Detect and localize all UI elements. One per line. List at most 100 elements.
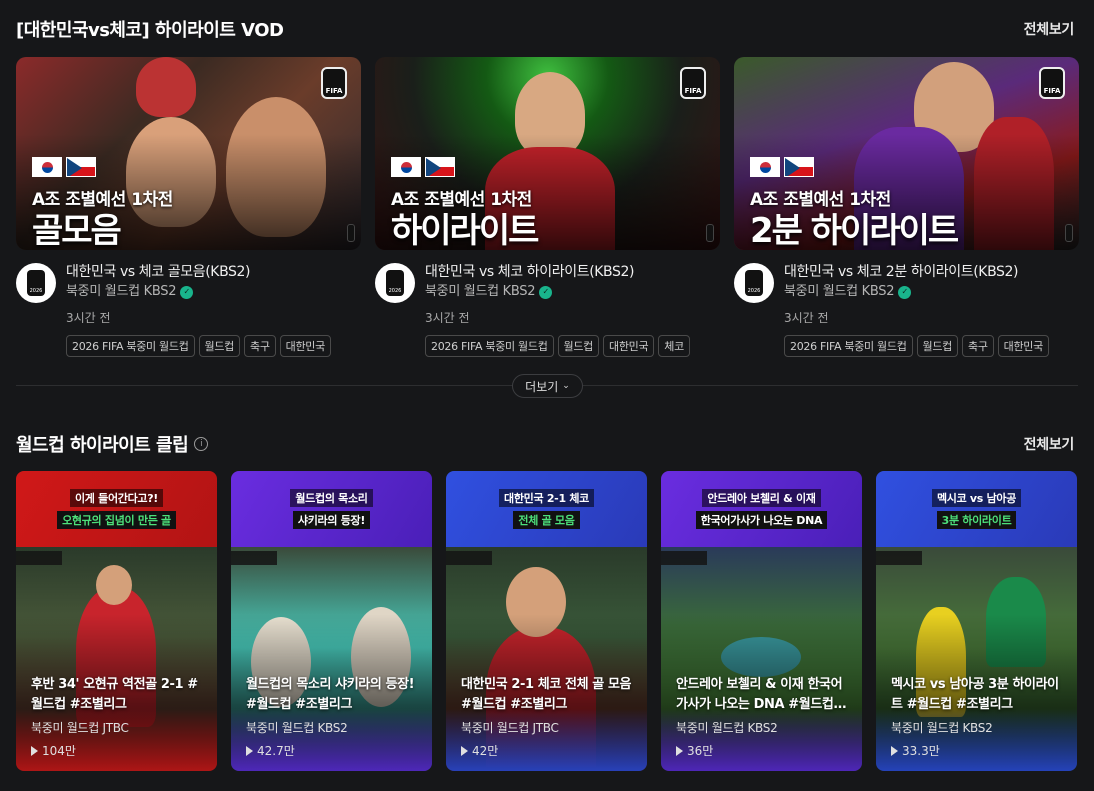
vod-tags: 2026 FIFA 북중미 월드컵 월드컵 축구 대한민국 xyxy=(784,335,1049,357)
channel-avatar[interactable]: 2026 xyxy=(375,263,415,303)
clip-list: 이게 들어간다고?! 오현규의 집념이 만든 골 후반 34' 오현규 역전골 … xyxy=(16,471,1077,771)
fifa-logo-icon: FIFA xyxy=(1039,67,1065,99)
play-icon xyxy=(246,745,253,756)
channel-name[interactable]: 북중미 월드컵 KBS2 xyxy=(66,283,176,301)
clip-title[interactable]: 월드컵의 목소리 샤키라의 등장! #월드컵 #조별리그 xyxy=(246,675,418,715)
korea-flag-icon xyxy=(32,157,62,177)
vod-thumbnail[interactable]: FIFA A조 조별예선 1차전 하이라이트 xyxy=(375,57,720,250)
clip-channel[interactable]: 북중미 월드컵 JTBC xyxy=(461,719,633,736)
clip-card[interactable]: 월드컵의 목소리 샤키라의 등장! 월드컵의 목소리 샤키라의 등장! #월드컵… xyxy=(231,471,432,771)
match-flags xyxy=(750,157,814,177)
scoreboard-overlay xyxy=(876,551,922,565)
progress-indicator-icon xyxy=(347,224,355,242)
clip-title[interactable]: 멕시코 vs 남아공 3분 하이라이트 #월드컵 #조별리그 xyxy=(891,675,1063,715)
tag-chip[interactable]: 월드컵 xyxy=(916,335,958,357)
vod-title[interactable]: 대한민국 vs 체코 골모음(KBS2) xyxy=(66,263,331,281)
channel-avatar[interactable]: 2026 xyxy=(16,263,56,303)
play-icon xyxy=(891,745,898,756)
tag-chip[interactable]: 월드컵 xyxy=(198,335,240,357)
vod-tags: 2026 FIFA 북중미 월드컵 월드컵 축구 대한민국 xyxy=(66,335,331,357)
tag-chip[interactable]: 대한민국 xyxy=(279,335,331,357)
thumbnail-headline: 2분 하이라이트 xyxy=(750,211,959,250)
fifa-logo-icon: FIFA xyxy=(680,67,706,99)
vod-card[interactable]: FIFA A조 조별예선 1차전 2분 하이라이트 2026 대한민국 vs 체… xyxy=(734,57,1079,357)
tag-chip[interactable]: 축구 xyxy=(244,335,276,357)
tag-chip[interactable]: 월드컵 xyxy=(557,335,599,357)
clip-views-value: 42.7만 xyxy=(257,744,295,758)
czech-flag-icon xyxy=(425,157,455,177)
clip-channel[interactable]: 북중미 월드컵 KBS2 xyxy=(676,719,848,736)
clip-channel[interactable]: 북중미 월드컵 JTBC xyxy=(31,719,203,736)
vod-list: FIFA A조 조별예선 1차전 골모음 2026 대한민국 vs 체코 골모음… xyxy=(16,57,1079,357)
vod-upload-time: 3시간 전 xyxy=(784,311,829,325)
clip-channel[interactable]: 북중미 월드컵 KBS2 xyxy=(891,719,1063,736)
channel-name[interactable]: 북중미 월드컵 KBS2 xyxy=(784,283,894,301)
fifa-logo-icon: FIFA xyxy=(321,67,347,99)
clip-views-value: 104만 xyxy=(42,744,76,758)
channel-name[interactable]: 북중미 월드컵 KBS2 xyxy=(425,283,535,301)
verified-badge-icon: ✓ xyxy=(180,285,194,299)
korea-flag-icon xyxy=(391,157,421,177)
clip-title[interactable]: 후반 34' 오현규 역전골 2-1 #월드컵 #조별리그 xyxy=(31,675,203,715)
clip-card[interactable]: 대한민국 2-1 체코 전체 골 모음 대한민국 2-1 체코 전체 골 모음 … xyxy=(446,471,647,771)
tag-chip[interactable]: 2026 FIFA 북중미 월드컵 xyxy=(784,335,913,357)
vod-title[interactable]: 대한민국 vs 체코 하이라이트(KBS2) xyxy=(425,263,690,281)
more-button[interactable]: 더보기 ⌄ xyxy=(512,374,583,398)
thumbnail-headline: 하이라이트 xyxy=(391,211,539,250)
vod-see-all-link[interactable]: 전체보기 xyxy=(1024,19,1075,39)
channel-avatar[interactable]: 2026 xyxy=(734,263,774,303)
thumbnail-headline: 골모음 xyxy=(32,211,122,250)
scoreboard-overlay xyxy=(16,551,62,565)
clip-section-header: 월드컵 하이라이트 클립 i 전체보기 xyxy=(16,431,1074,457)
vod-title[interactable]: 대한민국 vs 체코 2분 하이라이트(KBS2) xyxy=(784,263,1049,281)
verified-badge-icon: ✓ xyxy=(539,285,553,299)
clip-card[interactable]: 안드레아 보첼리 & 이재 한국어가사가 나오는 DNA 안드레아 보첼리 & … xyxy=(661,471,862,771)
clip-views-value: 33.3만 xyxy=(902,744,940,758)
vod-section-header: [대한민국vs체코] 하이라이트 VOD 전체보기 xyxy=(16,16,1074,42)
progress-indicator-icon xyxy=(1065,224,1073,242)
vod-channel[interactable]: 북중미 월드컵 KBS2 ✓ xyxy=(425,283,690,301)
play-icon xyxy=(31,745,38,756)
vod-thumbnail[interactable]: FIFA A조 조별예선 1차전 2분 하이라이트 xyxy=(734,57,1079,250)
vod-card[interactable]: FIFA A조 조별예선 1차전 골모음 2026 대한민국 vs 체코 골모음… xyxy=(16,57,361,357)
clip-headline-2: 전체 골 모음 xyxy=(513,511,580,529)
clip-view-count: 42.7만 xyxy=(246,742,418,759)
clip-view-count: 104만 xyxy=(31,742,203,759)
tag-chip[interactable]: 2026 FIFA 북중미 월드컵 xyxy=(66,335,195,357)
scoreboard-overlay xyxy=(446,551,492,565)
info-icon[interactable]: i xyxy=(194,437,209,451)
clip-card[interactable]: 이게 들어간다고?! 오현규의 집념이 만든 골 후반 34' 오현규 역전골 … xyxy=(16,471,217,771)
clip-views-value: 42만 xyxy=(472,744,499,758)
clip-title[interactable]: 대한민국 2-1 체코 전체 골 모음 #월드컵 #조별리그 xyxy=(461,675,633,715)
clip-view-count: 42만 xyxy=(461,742,633,759)
clip-see-all-link[interactable]: 전체보기 xyxy=(1024,434,1075,454)
clip-card[interactable]: 멕시코 vs 남아공 3분 하이라이트 멕시코 vs 남아공 3분 하이라이트 … xyxy=(876,471,1077,771)
tag-chip[interactable]: 대한민국 xyxy=(603,335,655,357)
tag-chip[interactable]: 축구 xyxy=(962,335,994,357)
czech-flag-icon xyxy=(784,157,814,177)
vod-upload-time: 3시간 전 xyxy=(425,311,470,325)
clip-views-value: 36만 xyxy=(687,744,714,758)
vod-thumbnail[interactable]: FIFA A조 조별예선 1차전 골모음 xyxy=(16,57,361,250)
clip-headline-2: 샤키라의 등장! xyxy=(292,511,371,529)
clip-title[interactable]: 안드레아 보첼리 & 이재 한국어가사가 나오는 DNA #월드컵 #조별리그 xyxy=(676,675,848,715)
vod-channel[interactable]: 북중미 월드컵 KBS2 ✓ xyxy=(66,283,331,301)
tag-chip[interactable]: 대한민국 xyxy=(997,335,1049,357)
clip-headline-1: 월드컵의 목소리 xyxy=(290,489,373,507)
progress-indicator-icon xyxy=(706,224,714,242)
vod-card[interactable]: FIFA A조 조별예선 1차전 하이라이트 2026 대한민국 vs 체코 하… xyxy=(375,57,720,357)
tag-chip[interactable]: 체코 xyxy=(658,335,690,357)
clip-view-count: 33.3만 xyxy=(891,742,1063,759)
verified-badge-icon: ✓ xyxy=(898,285,912,299)
scoreboard-overlay xyxy=(661,551,707,565)
match-flags xyxy=(391,157,455,177)
vod-channel[interactable]: 북중미 월드컵 KBS2 ✓ xyxy=(784,283,1049,301)
clip-headline-2: 오현규의 집념이 만든 골 xyxy=(57,511,176,529)
match-flags xyxy=(32,157,96,177)
tag-chip[interactable]: 2026 FIFA 북중미 월드컵 xyxy=(425,335,554,357)
clip-channel[interactable]: 북중미 월드컵 KBS2 xyxy=(246,719,418,736)
vod-section-title: [대한민국vs체코] 하이라이트 VOD xyxy=(16,20,284,41)
clip-headline-1: 안드레아 보첼리 & 이재 xyxy=(702,489,821,507)
play-icon xyxy=(461,745,468,756)
clip-headline-2: 3분 하이라이트 xyxy=(936,511,1017,529)
